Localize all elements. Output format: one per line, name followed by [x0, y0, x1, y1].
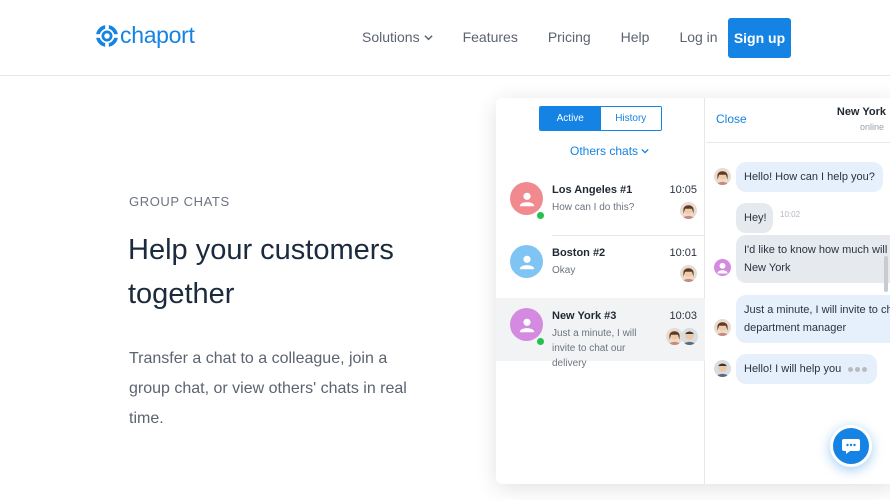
chat-name: Boston #2: [552, 247, 606, 259]
chat-widget-preview: Active History Others chats Los Angeles …: [496, 98, 890, 484]
message-text: I'd like to know how much will co: [744, 244, 890, 256]
message-bubble: Hello! I will help you: [736, 354, 878, 384]
tab-history[interactable]: History: [600, 107, 661, 130]
visitor-avatar: [510, 182, 543, 215]
others-chats-label: Others chats: [570, 144, 639, 158]
operator-avatar: [681, 328, 698, 345]
chat-time: 10:01: [669, 247, 697, 259]
conversation-pane: Close New York online Hello! How can I h…: [706, 98, 890, 484]
message-text: Hey!: [744, 212, 767, 224]
chaport-logo[interactable]: chaport: [96, 22, 195, 49]
operator-photo-icon: [714, 168, 731, 185]
online-indicator: [536, 337, 545, 346]
conversation-divider: [706, 142, 890, 143]
chat-time: 10:05: [669, 184, 697, 196]
online-indicator: [536, 211, 545, 220]
message-text: Hello! How can I help you?: [744, 171, 875, 183]
operator-avatar: [680, 265, 697, 282]
main-nav: Solutions Features Pricing Help Log in: [362, 29, 748, 45]
chat-name: Los Angeles #1: [552, 184, 633, 196]
operator-avatar: [714, 319, 731, 336]
nav-solutions[interactable]: Solutions: [362, 29, 433, 45]
operator-avatar: [714, 168, 731, 185]
chat-tabs: Active History: [539, 106, 662, 131]
nav-help[interactable]: Help: [621, 29, 650, 45]
operator-photo-icon: [680, 202, 697, 219]
visitor-avatar: [510, 308, 543, 341]
nav-features[interactable]: Features: [463, 29, 518, 45]
user-icon: [519, 255, 534, 269]
others-chats-dropdown[interactable]: Others chats: [570, 144, 649, 158]
chat-bubble-icon: [842, 439, 860, 454]
brand-name: chaport: [120, 22, 195, 48]
visitor-avatar: [714, 259, 731, 276]
conversation-title: New York: [836, 106, 886, 118]
message-text: Just a minute, I will invite to chat: [744, 304, 890, 316]
signup-button[interactable]: Sign up: [728, 18, 791, 58]
chat-list-item[interactable]: Los Angeles #1 10:05 How can I do this?: [496, 172, 705, 235]
chat-list-item-selected[interactable]: New York #3 10:03 Just a minute, I will …: [496, 298, 705, 369]
nav-pricing[interactable]: Pricing: [548, 29, 591, 45]
operator-photo-icon: [714, 360, 731, 377]
section-eyebrow: GROUP CHATS: [129, 194, 230, 209]
site-header: chaport Solutions Features Pricing Help …: [0, 0, 890, 76]
user-icon: [519, 318, 534, 332]
message-bubble: Just a minute, I will invite to chat dep…: [736, 295, 890, 343]
message-time: 10:02: [780, 210, 801, 219]
message-text: Hello! I will help you: [744, 363, 842, 375]
operator-avatar: [680, 202, 697, 219]
tab-active[interactable]: Active: [540, 107, 601, 130]
chat-list-pane: Active History Others chats Los Angeles …: [496, 98, 705, 484]
operator-avatar: [714, 360, 731, 377]
chat-preview: Okay: [552, 265, 576, 276]
hero-headline: Help your customers together: [128, 234, 394, 310]
message-bubble: I'd like to know how much will co New Yo…: [736, 235, 890, 283]
chat-time: 10:03: [669, 310, 697, 322]
chat-name: New York #3: [552, 310, 617, 322]
typing-indicator-icon: [848, 360, 869, 378]
page-scrollbar[interactable]: [884, 256, 888, 292]
operator-photo-icon: [681, 328, 698, 345]
chat-preview: How can I do this?: [552, 202, 635, 213]
operator-photo-icon: [714, 319, 731, 336]
conversation-status: online: [859, 122, 884, 132]
user-icon: [714, 259, 731, 276]
message-text: New York: [744, 262, 791, 274]
chevron-down-icon: [641, 148, 649, 154]
nav-solutions-label: Solutions: [362, 29, 420, 45]
message-bubble: Hey!: [736, 203, 773, 233]
close-chat-button[interactable]: Close: [716, 112, 747, 126]
message-bubble: Hello! How can I help you?: [736, 162, 883, 192]
message-text: department manager: [744, 322, 847, 334]
chat-launcher-button[interactable]: [830, 425, 872, 467]
visitor-avatar: [510, 245, 543, 278]
chat-preview: Just a minute, I will invite to chat our…: [552, 328, 637, 369]
user-icon: [519, 192, 534, 206]
chevron-down-icon: [423, 34, 433, 40]
chaport-logo-icon: [96, 24, 118, 47]
hero-description: Transfer a chat to a colleague, join a g…: [129, 350, 407, 427]
operator-photo-icon: [680, 265, 697, 282]
chat-list-item[interactable]: Boston #2 10:01 Okay: [496, 235, 705, 298]
nav-login[interactable]: Log in: [679, 29, 717, 45]
